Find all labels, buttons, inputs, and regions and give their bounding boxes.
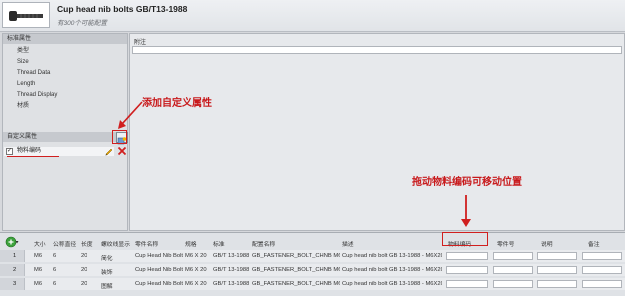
custom-props-header: 自定义属性: [3, 132, 127, 142]
pencil-icon[interactable]: [104, 146, 114, 156]
config-count: 有300个可能配置: [57, 20, 107, 27]
col-header-part-number[interactable]: 零件号: [497, 239, 514, 248]
cell-thread-display: 简化: [101, 256, 113, 262]
cell-config-name: GB_FASTENER_BOLT_CHNB M6X20-N: [252, 253, 340, 259]
col-header-standard[interactable]: 标准: [213, 239, 225, 248]
cell-config-name: GB_FASTENER_BOLT_CHNB M6X20-C: [252, 267, 340, 273]
row-number: 1: [13, 253, 17, 259]
col-header-remark[interactable]: 备注: [588, 239, 600, 248]
annotation-drag-code: 拖动物料编码可移动位置: [412, 177, 522, 188]
material-code-highlight: [442, 232, 488, 246]
config-table: 大小 公称直径 长度 螺纹线显示 零件名称 规格 标准 配置名称 描述 物料编码…: [0, 232, 625, 296]
row-number: 3: [13, 281, 17, 287]
cell-size: M6: [34, 281, 43, 287]
cell-config-name: GB_FASTENER_BOLT_CHNB M6X20-S: [252, 281, 340, 287]
cell-size: M6: [34, 253, 43, 259]
note-label: 附注: [134, 40, 147, 46]
prop-item[interactable]: 类型: [17, 46, 57, 57]
cell-spec: M6 X 20: [185, 267, 207, 273]
prop-item[interactable]: Thread Data: [17, 68, 57, 79]
material-code-input[interactable]: [446, 252, 488, 260]
prop-item[interactable]: Length: [17, 79, 57, 90]
col-header-note[interactable]: 说明: [541, 239, 553, 248]
cell-length: 20: [81, 267, 88, 273]
properties-panel: 标准属性 类型 Size Thread Data Length Thread D…: [2, 33, 128, 231]
custom-prop-item[interactable]: ✓ 物料编码: [4, 147, 114, 156]
cell-thread-display: 图解: [101, 284, 113, 290]
col-header-length[interactable]: 长度: [81, 239, 93, 248]
note-cell-input[interactable]: [537, 280, 577, 288]
note-input[interactable]: [132, 46, 622, 54]
col-header-spec[interactable]: 规格: [185, 239, 197, 248]
part-title: Cup head nib bolts GB/T13-1988: [57, 4, 188, 14]
part-number-input[interactable]: [493, 266, 533, 274]
cell-thread-display: 装饰: [101, 270, 113, 276]
standard-props-header: 标准属性: [3, 34, 127, 44]
standard-props-list: 类型 Size Thread Data Length Thread Displa…: [17, 46, 57, 112]
cell-standard: GB/T 13-1988: [213, 267, 250, 273]
cell-standard: GB/T 13-1988: [213, 253, 250, 259]
col-header-description[interactable]: 描述: [342, 239, 354, 248]
bolt-icon: [9, 11, 43, 21]
cell-diameter: 6: [53, 281, 57, 287]
cell-part-name: Cup Head Nib Bolt: [135, 267, 183, 273]
cell-size: M6: [34, 267, 43, 273]
cell-part-name: Cup Head Nib Bolt: [135, 281, 183, 287]
remark-cell-input[interactable]: [582, 280, 622, 288]
col-header-diameter[interactable]: 公称直径: [53, 239, 76, 248]
prop-item[interactable]: 材质: [17, 101, 57, 112]
delete-icon[interactable]: [117, 146, 127, 156]
annotation-arrow-icon: [118, 101, 143, 129]
part-thumbnail: [2, 2, 50, 28]
remark-cell-input[interactable]: [582, 266, 622, 274]
highlight-underline: [7, 156, 59, 157]
col-header-thread-display[interactable]: 螺纹线显示: [101, 239, 130, 248]
material-code-input[interactable]: [446, 280, 488, 288]
custom-prop-checkbox[interactable]: ✓: [6, 148, 13, 155]
cell-spec: M6 X 20: [185, 253, 207, 259]
header-bar: Cup head nib bolts GB/T13-1988 有300个可能配置: [0, 0, 625, 32]
add-button-highlight: [112, 130, 127, 144]
add-row-icon[interactable]: [5, 236, 19, 248]
remark-cell-input[interactable]: [582, 252, 622, 260]
prop-item[interactable]: Thread Display: [17, 90, 57, 101]
cell-standard: GB/T 13-1988: [213, 281, 250, 287]
cell-length: 20: [81, 253, 88, 259]
cell-description: Cup head nib bolt GB 13-1988 - M6X20-C: [342, 267, 442, 273]
cell-description: Cup head nib bolt GB 13-1988 - M6X20-S: [342, 281, 442, 287]
cell-description: Cup head nib bolt GB 13-1988 - M6X20-N: [342, 253, 442, 259]
part-number-input[interactable]: [493, 280, 533, 288]
cell-diameter: 6: [53, 267, 57, 273]
annotation-add-custom-attr: 添加自定义属性: [142, 98, 212, 109]
cell-length: 20: [81, 281, 88, 287]
note-cell-input[interactable]: [537, 266, 577, 274]
row-number: 2: [13, 267, 17, 273]
annotation-arrow-down-icon: [461, 195, 471, 227]
custom-prop-label: 物料编码: [17, 148, 42, 154]
prop-item[interactable]: Size: [17, 57, 57, 68]
note-panel: 附注: [129, 33, 625, 231]
cell-part-name: Cup Head Nib Bolt: [135, 253, 183, 259]
col-header-part-name[interactable]: 零件名称: [135, 239, 158, 248]
cell-spec: M6 X 20: [185, 281, 207, 287]
note-cell-input[interactable]: [537, 252, 577, 260]
part-number-input[interactable]: [493, 252, 533, 260]
col-header-config-name[interactable]: 配置名称: [252, 239, 275, 248]
material-code-input[interactable]: [446, 266, 488, 274]
cell-diameter: 6: [53, 253, 57, 259]
col-header-size[interactable]: 大小: [34, 239, 46, 248]
